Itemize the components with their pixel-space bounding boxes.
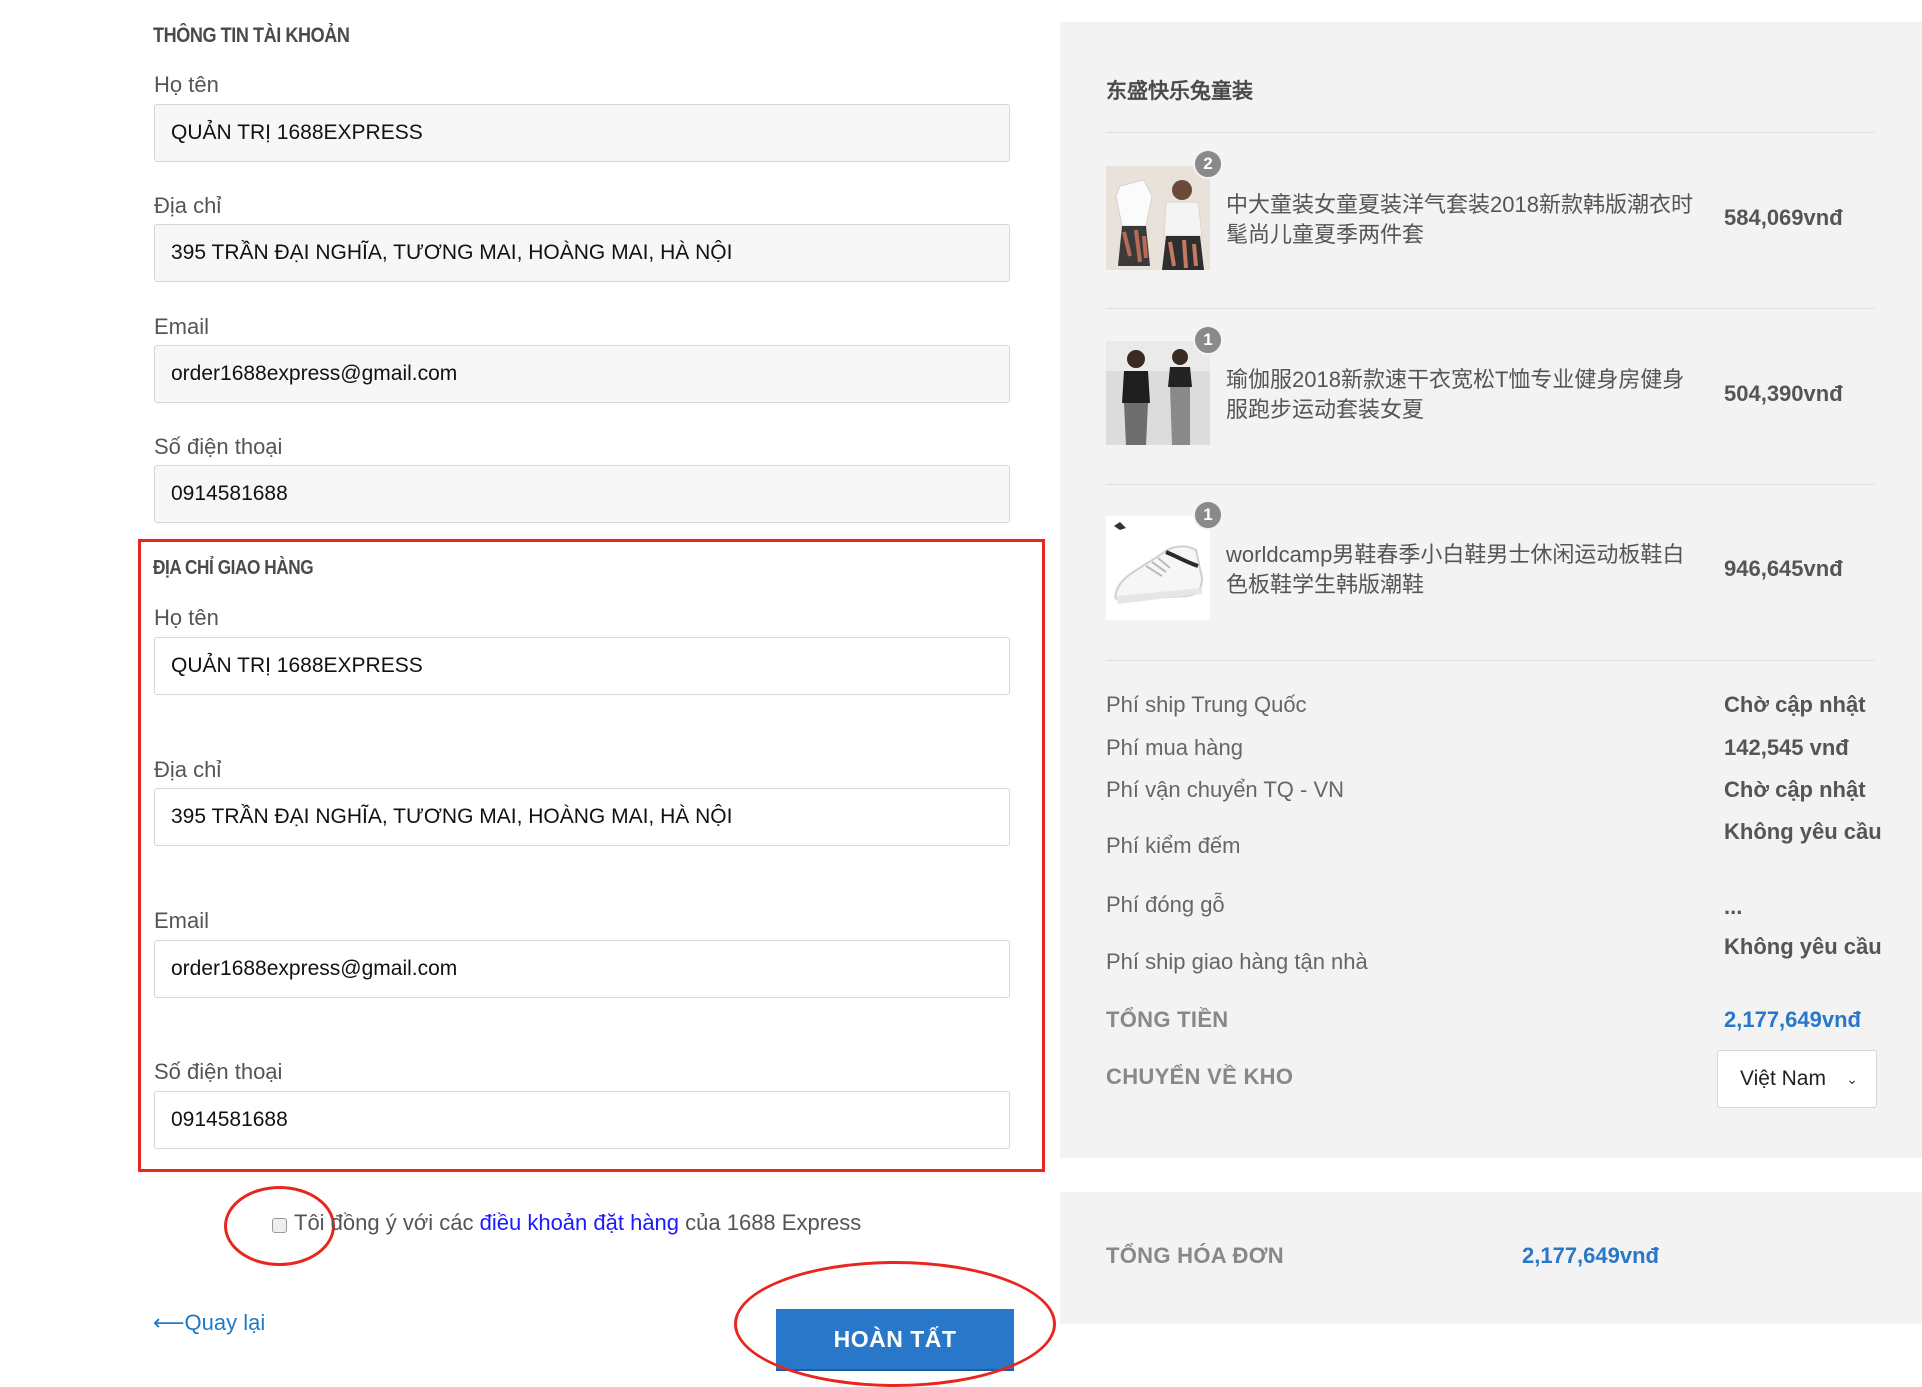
fee-label-wood-packing: Phí đóng gỗ xyxy=(1106,892,1225,917)
terms-link[interactable]: điều khoản đặt hàng xyxy=(480,1210,679,1235)
fee-value-counting: Không yêu cầu xyxy=(1724,819,1882,844)
item-price-2: 504,390vnđ xyxy=(1724,381,1843,406)
invoice-total-label: TỔNG HÓA ĐƠN xyxy=(1106,1243,1284,1268)
account-name-input[interactable]: QUẢN TRỊ 1688EXPRESS xyxy=(154,104,1010,162)
divider xyxy=(1106,308,1874,309)
divider xyxy=(1106,660,1874,661)
back-link-label: Quay lại xyxy=(184,1310,266,1335)
fee-value-wood-packing: ... xyxy=(1724,894,1743,919)
item-name-2[interactable]: 瑜伽服2018新款速干衣宽松T恤专业健身房健身服跑步运动套装女夏 xyxy=(1226,365,1696,425)
fee-label-transport: Phí vận chuyển TQ - VN xyxy=(1106,777,1345,802)
sportswear-photo-icon xyxy=(1106,341,1210,445)
shop-name: 东盛快乐兔童装 xyxy=(1106,80,1253,103)
arrow-left-icon: ⟵ xyxy=(153,1310,185,1335)
shipping-address-input[interactable]: 395 TRẦN ĐẠI NGHĨA, TƯƠNG MAI, HOÀNG MAI… xyxy=(154,788,1010,846)
fee-value-purchase: 142,545 vnđ xyxy=(1724,735,1849,760)
shipping-address-label: Địa chỉ xyxy=(154,757,222,782)
finish-highlight-circle xyxy=(734,1261,1056,1387)
divider xyxy=(1106,132,1874,133)
agree-text: Tôi đồng ý với các điều khoản đặt hàng c… xyxy=(294,1210,861,1236)
qty-badge-3: 1 xyxy=(1193,500,1223,530)
fee-value-home-delivery: Không yêu cầu xyxy=(1724,934,1882,959)
account-name-label: Họ tên xyxy=(154,72,219,97)
product-thumbnail-1[interactable] xyxy=(1106,166,1210,270)
fee-label-counting: Phí kiểm đếm xyxy=(1106,833,1241,858)
warehouse-selected-value: Việt Nam xyxy=(1740,1067,1826,1090)
shipping-address-title: ĐỊA CHỈ GIAO HÀNG xyxy=(153,557,314,579)
shipping-name-input[interactable]: QUẢN TRỊ 1688EXPRESS xyxy=(154,637,1010,695)
item-name-3[interactable]: worldcamp男鞋春季小白鞋男士休闲运动板鞋白色板鞋学生韩版潮鞋 xyxy=(1226,540,1696,600)
divider xyxy=(1106,484,1874,485)
account-address-input[interactable]: 395 TRẦN ĐẠI NGHĨA, TƯƠNG MAI, HOÀNG MAI… xyxy=(154,224,1010,282)
fee-label-purchase: Phí mua hàng xyxy=(1106,735,1243,760)
fee-label-china-ship: Phí ship Trung Quốc xyxy=(1106,692,1307,717)
account-email-input[interactable]: order1688express@gmail.com xyxy=(154,345,1010,403)
back-link[interactable]: ⟵Quay lại xyxy=(153,1310,265,1336)
warehouse-label: CHUYỂN VỀ KHO xyxy=(1106,1064,1294,1089)
account-email-label: Email xyxy=(154,314,210,339)
shipping-phone-input[interactable]: 0914581688 xyxy=(154,1091,1010,1149)
clothing-photo-icon xyxy=(1106,166,1210,270)
fee-value-china-ship: Chờ cập nhật xyxy=(1724,692,1866,717)
total-value: 2,177,649vnđ xyxy=(1724,1007,1861,1032)
warehouse-select[interactable]: Việt Nam ⌄ xyxy=(1717,1050,1877,1108)
shipping-email-label: Email xyxy=(154,908,210,933)
product-thumbnail-3[interactable] xyxy=(1106,516,1210,620)
account-address-label: Địa chỉ xyxy=(154,193,222,218)
product-thumbnail-2[interactable] xyxy=(1106,341,1210,445)
fee-label-home-delivery: Phí ship giao hàng tận nhà xyxy=(1106,949,1368,974)
fee-value-transport: Chờ cập nhật xyxy=(1724,777,1866,802)
shipping-phone-label: Số điện thoại xyxy=(154,1059,283,1084)
invoice-total-value: 2,177,649vnđ xyxy=(1522,1243,1659,1268)
agree-prefix: Tôi đồng ý với các xyxy=(294,1210,480,1235)
item-price-3: 946,645vnđ xyxy=(1724,556,1843,581)
shipping-name-label: Họ tên xyxy=(154,605,219,630)
item-name-1[interactable]: 中大童装女童夏装洋气套装2018新款韩版潮衣时髦尚儿童夏季两件套 xyxy=(1226,190,1696,250)
qty-badge-1: 2 xyxy=(1193,149,1223,179)
account-phone-input[interactable]: 0914581688 xyxy=(154,465,1010,523)
account-phone-label: Số điện thoại xyxy=(154,434,283,459)
shipping-email-input[interactable]: order1688express@gmail.com xyxy=(154,940,1010,998)
agree-suffix: của 1688 Express xyxy=(679,1210,862,1235)
account-info-title: THÔNG TIN TÀI KHOẢN xyxy=(153,24,350,47)
item-price-1: 584,069vnđ xyxy=(1724,205,1843,230)
chevron-down-icon: ⌄ xyxy=(1846,1071,1858,1087)
total-label: TỔNG TIỀN xyxy=(1106,1007,1229,1032)
sneaker-photo-icon xyxy=(1106,516,1210,620)
qty-badge-2: 1 xyxy=(1193,325,1223,355)
